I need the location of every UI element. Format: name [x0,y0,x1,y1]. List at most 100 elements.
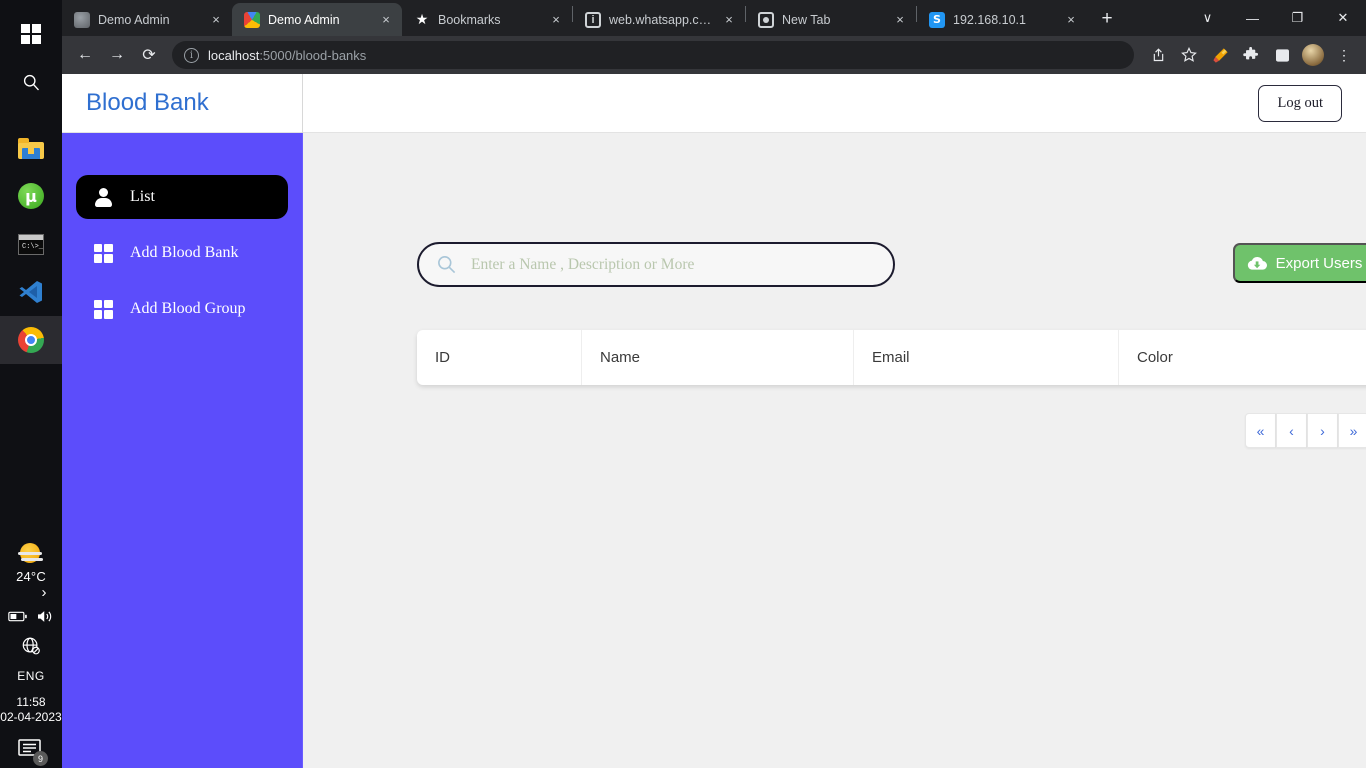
network-disconnected-icon[interactable] [21,636,41,661]
main-content: Export Users ID Name Email Color « ‹ › » [303,133,1366,768]
side-panel-icon[interactable] [1268,41,1296,69]
chrome-icon [758,11,774,28]
start-button[interactable] [0,10,62,58]
weather-temperature: 24°C [16,569,46,584]
chrome-browser-window: Demo Admin × Demo Admin × ★ Bookmarks × … [62,0,1366,768]
tab-title: 192.168.10.1 [953,12,1026,27]
tab-title: Bookmarks [438,12,501,27]
tab-title: New Tab [782,12,831,27]
search-box[interactable] [417,242,895,287]
address-bar-url: localhost:5000/blood-banks [208,48,366,63]
chrome-icon [18,327,44,353]
tab-title: Demo Admin [268,12,340,27]
highlighter-pen-icon[interactable] [1206,41,1234,69]
profile-avatar[interactable] [1299,41,1327,69]
pagination: « ‹ › » [1245,413,1366,448]
demo-admin-icon [244,11,260,28]
table-header-id[interactable]: ID [417,330,582,385]
chrome-menu-icon[interactable]: ⋮ [1330,41,1358,69]
table-header-color[interactable]: Color [1119,330,1366,385]
back-button[interactable]: ← [70,40,100,70]
forward-button[interactable]: → [102,40,132,70]
notification-count-badge: 9 [33,751,48,766]
s-icon: S [929,11,945,28]
logout-container: Log out [1258,84,1366,122]
table-header-email[interactable]: Email [854,330,1119,385]
sidebar-item-list[interactable]: List [76,175,288,219]
reload-button[interactable]: ⟳ [134,40,164,70]
browser-tab-new-tab[interactable]: New Tab × [746,3,916,36]
web-page-content: Blood Bank Log out List Add Blood Bank A… [62,74,1366,768]
grid-icon [90,243,116,263]
tab-search-chevron-icon[interactable]: ∨ [1185,0,1230,36]
command-prompt-icon: C:\>_ [18,233,44,255]
taskbar-app-file-explorer[interactable] [0,124,62,172]
first-page-button[interactable]: « [1245,413,1276,448]
export-users-label: Export Users [1275,254,1363,272]
info-icon: i [585,11,601,28]
clock-time[interactable]: 11:58 [16,695,45,709]
minimize-button[interactable]: — [1230,0,1275,36]
system-tray: 24°C › ENG 11:58 02-04-2023 9 [0,539,62,768]
taskbar-app-utorrent[interactable]: µ [0,172,62,220]
browser-tab-demo-admin-2[interactable]: Demo Admin × [232,3,402,36]
browser-tab-demo-admin-1[interactable]: Demo Admin × [62,3,232,36]
close-icon[interactable]: × [378,12,394,28]
clock-date[interactable]: 02-04-2023 [0,710,61,724]
grid-icon [90,299,116,319]
extensions-puzzle-icon[interactable] [1237,41,1265,69]
cmd-prompt-text: C:\>_ [22,242,44,251]
close-icon[interactable]: × [721,12,737,28]
taskbar-app-vs-code[interactable] [0,268,62,316]
weather-sun-icon [16,543,46,567]
sidebar-item-label: Add Blood Bank [130,244,239,261]
users-table: ID Name Email Color [417,330,1366,385]
tray-expand-chevron-icon[interactable]: › [0,584,62,601]
last-page-button[interactable]: » [1338,413,1366,448]
bookmark-star-icon[interactable] [1175,41,1203,69]
volume-icon[interactable] [36,609,55,629]
taskbar-app-google-chrome[interactable] [0,316,62,364]
share-icon[interactable] [1144,41,1172,69]
star-icon: ★ [415,11,429,27]
browser-tab-bookmarks[interactable]: ★ Bookmarks × [402,3,572,36]
site-info-icon[interactable]: i [184,47,199,63]
browser-tab-router[interactable]: S 192.168.10.1 × [917,3,1087,36]
close-icon[interactable]: × [892,12,908,28]
close-icon[interactable]: × [548,12,564,28]
next-page-button[interactable]: › [1307,413,1338,448]
close-icon[interactable]: × [208,12,224,28]
address-bar[interactable]: i localhost:5000/blood-banks [172,41,1134,69]
sidebar-item-add-blood-bank[interactable]: Add Blood Bank [76,231,288,275]
windows-taskbar: µ C:\>_ 24°C › ENG 11:58 02-04-2023 9 [0,0,62,768]
url-host: localhost [208,47,260,63]
globe-icon [74,11,90,28]
sidebar-item-add-blood-group[interactable]: Add Blood Group [76,287,288,331]
table-header-name[interactable]: Name [582,330,854,385]
header-divider [302,74,303,133]
window-controls: ∨ — ❐ ✕ [1185,0,1366,36]
app-sidebar: List Add Blood Bank Add Blood Group [62,133,302,768]
input-language[interactable]: ENG [17,669,45,683]
page-title: Blood Bank [86,89,209,116]
export-users-button[interactable]: Export Users [1233,243,1366,283]
battery-icon[interactable] [7,610,28,628]
browser-tab-whatsapp[interactable]: i web.whatsapp.com × [573,3,745,36]
logout-button[interactable]: Log out [1258,84,1342,122]
utorrent-icon: µ [18,183,44,209]
close-window-button[interactable]: ✕ [1320,0,1366,36]
cloud-download-icon [1246,255,1268,272]
taskbar-app-command-prompt[interactable]: C:\>_ [0,220,62,268]
person-icon [90,187,116,207]
notifications-button[interactable]: 9 [18,738,48,766]
maximize-button[interactable]: ❐ [1275,0,1320,36]
previous-page-button[interactable]: ‹ [1276,413,1307,448]
search-container [417,242,895,287]
close-icon[interactable]: × [1063,12,1079,28]
search-icon[interactable] [0,58,62,106]
folder-icon [18,137,44,159]
tab-title: Demo Admin [98,12,170,27]
new-tab-button[interactable]: + [1093,5,1121,33]
sidebar-item-label: List [130,188,155,205]
search-input[interactable] [471,255,893,274]
